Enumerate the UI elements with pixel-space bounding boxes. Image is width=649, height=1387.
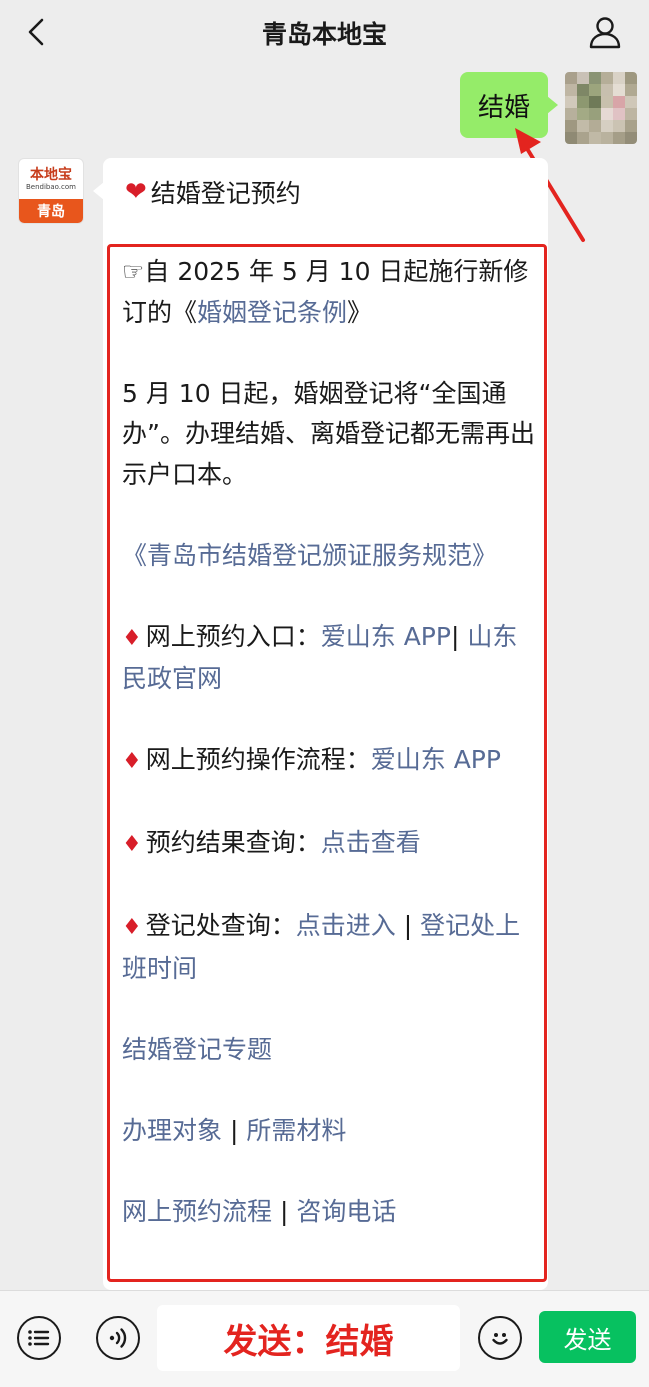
diamond-icon: ♦ (122, 625, 142, 651)
bot-avatar[interactable]: 本地宝 Bendibao.com 青岛 (18, 158, 84, 224)
message-title: ❤ 结婚登记预约 (125, 172, 301, 212)
message-title-text: 结婚登记预约 (150, 179, 301, 208)
result-query-entry: ♦ 预约结果查询：点击查看 (122, 823, 537, 866)
applicants-link[interactable]: 办理对象 (122, 1116, 222, 1145)
booking-flow-link[interactable]: 网上预约流程 (122, 1197, 272, 1226)
diamond-icon: ♦ (122, 832, 142, 857)
result-query-link[interactable]: 点击查看 (321, 828, 421, 857)
back-button[interactable] (18, 14, 54, 50)
input-toolbar: 发送：结婚 发送 (0, 1290, 649, 1387)
emoji-button[interactable] (478, 1316, 522, 1360)
keyboard-icon (28, 1330, 50, 1346)
bot-logo-text: 本地宝 (30, 166, 72, 183)
message-input[interactable]: 发送：结婚 (157, 1305, 460, 1371)
hotline-link[interactable]: 咨询电话 (296, 1197, 396, 1226)
service-standard-link[interactable]: 《青岛市结婚登记颁证服务规范》 (122, 541, 497, 570)
voice-icon (109, 1328, 127, 1348)
notice-suffix: 》 (347, 297, 373, 327)
topic-entry: 结婚登记专题 (122, 1030, 537, 1071)
online-booking-label: 网上预约入口： (145, 621, 321, 651)
chat-title: 青岛本地宝 (261, 20, 387, 49)
keyboard-button[interactable] (17, 1316, 61, 1360)
input-annotation-text: 发送：结婚 (223, 1321, 394, 1362)
office-query-entry: ♦ 登记处查询：点击进入 | 登记处上班时间 (122, 906, 537, 989)
profile-button[interactable] (585, 12, 625, 52)
voice-button[interactable] (96, 1316, 140, 1360)
heart-icon: ❤ (125, 177, 147, 207)
office-query-link[interactable]: 点击进入 (296, 911, 396, 940)
chevron-left-icon (28, 18, 44, 46)
diamond-icon: ♦ (122, 749, 142, 774)
service-standard-paragraph: 《青岛市结婚登记颁证服务规范》 (122, 536, 537, 577)
applicant-materials-entry: 办理对象 | 所需材料 (122, 1111, 537, 1152)
process-phone-entry: 网上预约流程 | 咨询电话 (122, 1192, 537, 1233)
link-separator: | (272, 1196, 297, 1226)
ishandong-app-link[interactable]: 爱山东 APP (321, 622, 451, 651)
policy-paragraph: 5 月 10 日起，婚姻登记将“全国通办”。办理结婚、离婚登记都无需再出示户口本… (122, 378, 535, 489)
outgoing-message-text: 结婚 (477, 92, 530, 123)
regulation-link[interactable]: 婚姻登记条例 (197, 298, 347, 327)
message-content: ☞自 2025 年 5 月 10 日起施行新修订的《婚姻登记条例》 5 月 10… (122, 252, 537, 1273)
link-separator: | (222, 1115, 247, 1145)
link-separator: | (450, 621, 468, 651)
online-booking-entry: ♦ 网上预约入口：爱山东 APP| 山东民政官网 (122, 617, 537, 700)
notice-paragraph: ☞自 2025 年 5 月 10 日起施行新修订的《婚姻登记条例》 (122, 252, 537, 333)
booking-process-label: 网上预约操作流程： (145, 745, 371, 774)
marriage-topic-link[interactable]: 结婚登记专题 (122, 1035, 272, 1064)
person-icon (589, 17, 621, 49)
send-button[interactable]: 发送 (539, 1311, 636, 1363)
booking-process-link[interactable]: 爱山东 APP (371, 745, 501, 774)
bot-avatar-city: 青岛 (19, 199, 83, 223)
emoji-icon (492, 1333, 508, 1345)
link-separator: | (395, 911, 421, 940)
bot-avatar-logo: 本地宝 Bendibao.com (19, 159, 83, 199)
materials-link[interactable]: 所需材料 (246, 1116, 346, 1145)
booking-process-entry: ♦ 网上预约操作流程：爱山东 APP (122, 740, 537, 783)
result-query-label: 预约结果查询： (145, 828, 321, 857)
bot-logo-sub: Bendibao.com (25, 182, 76, 191)
diamond-icon: ♦ (122, 915, 142, 940)
chat-header: 青岛本地宝 (0, 0, 649, 66)
office-query-label: 登记处查询： (145, 911, 296, 940)
